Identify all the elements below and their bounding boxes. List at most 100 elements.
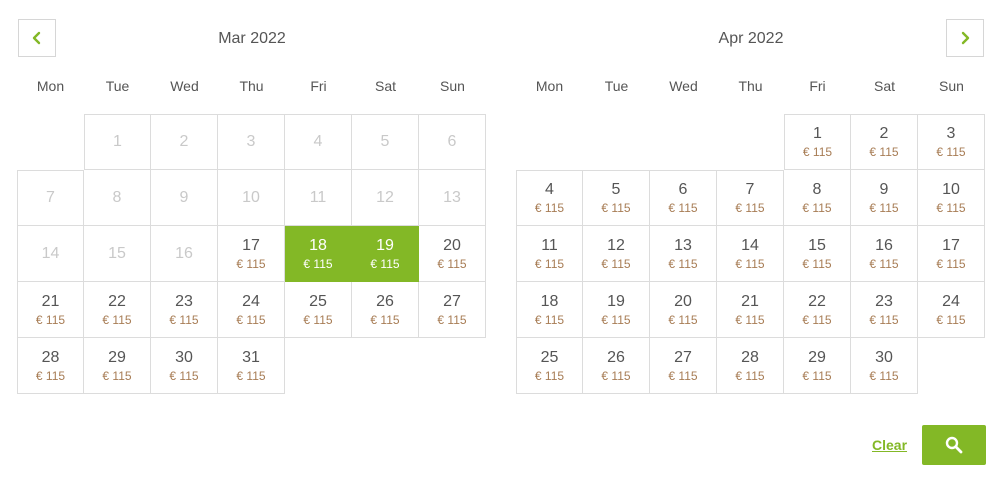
day-number: 8	[112, 188, 122, 206]
weekday-label: Wed	[170, 78, 199, 94]
day-cell[interactable]: 15 € 115	[784, 226, 851, 282]
day-number: 17	[242, 236, 260, 254]
day-cell[interactable]: 26 € 115	[352, 282, 419, 338]
day-cell[interactable]: 21 € 115	[717, 282, 784, 338]
search-icon	[945, 436, 963, 454]
day-cell[interactable]: 24 € 115	[918, 282, 985, 338]
day-price: € 115	[869, 312, 899, 327]
weekday-label: Fri	[809, 78, 826, 94]
day-cell[interactable]: 21 € 115	[17, 282, 84, 338]
day-cell[interactable]: 5 € 115	[583, 170, 650, 226]
day-cell[interactable]: 17 € 115	[918, 226, 985, 282]
day-price: € 115	[869, 145, 899, 159]
day-price: € 115	[370, 312, 400, 327]
day-price: € 115	[936, 312, 966, 327]
day-number: 19	[607, 292, 625, 310]
day-number: 29	[808, 348, 826, 366]
day-cell: 3	[218, 114, 285, 170]
day-cell: 1	[84, 114, 151, 170]
day-cell[interactable]: 18 € 115	[285, 226, 352, 282]
day-cell[interactable]: 19 € 115	[352, 226, 419, 282]
search-button[interactable]	[922, 425, 986, 465]
day-cell[interactable]: 26 € 115	[583, 338, 650, 394]
weekday-label: Tue	[604, 78, 629, 94]
day-cell[interactable]: 27 € 115	[650, 338, 717, 394]
day-cell[interactable]: 8 € 115	[784, 170, 851, 226]
day-price: € 115	[802, 256, 832, 271]
day-price: € 115	[601, 256, 631, 271]
day-number: 1	[813, 125, 822, 142]
empty-cell	[650, 114, 717, 170]
day-cell[interactable]: 31 € 115	[218, 338, 285, 394]
day-cell[interactable]: 29 € 115	[84, 338, 151, 394]
day-number: 3	[246, 133, 256, 150]
day-cell[interactable]: 19 € 115	[583, 282, 650, 338]
month-title: Mar 2022	[218, 30, 286, 47]
day-price: € 115	[735, 256, 765, 271]
day-price: € 115	[869, 256, 899, 271]
day-number: 30	[175, 348, 193, 366]
day-cell[interactable]: 22 € 115	[84, 282, 151, 338]
empty-cell	[583, 114, 650, 170]
day-cell[interactable]: 30 € 115	[851, 338, 918, 394]
day-cell[interactable]: 25 € 115	[285, 282, 352, 338]
clear-button[interactable]: Clear	[872, 437, 907, 453]
day-number: 20	[443, 236, 461, 254]
day-number: 7	[46, 189, 55, 206]
day-number: 9	[879, 180, 889, 198]
day-number: 22	[808, 292, 826, 310]
day-cell[interactable]: 28 € 115	[17, 338, 84, 394]
day-cell[interactable]: 24 € 115	[218, 282, 285, 338]
empty-cell	[17, 114, 84, 170]
day-cell[interactable]: 20 € 115	[419, 226, 486, 282]
day-cell[interactable]: 18 € 115	[516, 282, 583, 338]
day-number: 7	[745, 181, 755, 198]
day-price: € 115	[102, 368, 132, 383]
day-number: 14	[741, 236, 759, 254]
day-price: € 115	[303, 312, 333, 327]
day-cell[interactable]: 7 € 115	[717, 170, 784, 226]
day-cell[interactable]: 28 € 115	[717, 338, 784, 394]
day-price: € 115	[668, 201, 698, 215]
day-cell[interactable]: 14 € 115	[717, 226, 784, 282]
day-cell[interactable]: 23 € 115	[851, 282, 918, 338]
day-cell: 12	[352, 170, 419, 226]
day-number: 12	[607, 236, 625, 254]
day-cell[interactable]: 3 € 115	[918, 114, 985, 170]
day-price: € 115	[370, 256, 400, 271]
day-number: 22	[108, 292, 126, 310]
day-cell[interactable]: 30 € 115	[151, 338, 218, 394]
day-number: 26	[376, 292, 394, 310]
day-cell[interactable]: 27 € 115	[419, 282, 486, 338]
day-cell[interactable]: 23 € 115	[151, 282, 218, 338]
day-price: € 115	[534, 312, 565, 327]
day-cell[interactable]: 6 € 115	[650, 170, 717, 226]
day-cell[interactable]: 1 € 115	[784, 114, 851, 170]
day-cell[interactable]: 10 € 115	[918, 170, 985, 226]
day-cell[interactable]: 16 € 115	[851, 226, 918, 282]
weekday-label: Sat	[873, 78, 895, 94]
day-price: € 115	[601, 368, 631, 383]
day-cell: 9	[151, 170, 218, 226]
day-grid: 1 2 3 4 5 6 7 8 9 10 11 12 13 14 15 16 17 € 115 18 € 115 19 €…	[17, 114, 486, 394]
day-cell[interactable]: 13 € 115	[650, 226, 717, 282]
day-price: € 115	[668, 312, 698, 327]
day-cell[interactable]: 25 € 115	[516, 338, 583, 394]
day-number: 28	[41, 348, 60, 366]
day-cell[interactable]: 2 € 115	[851, 114, 918, 170]
weekday-label: Thu	[738, 78, 763, 94]
day-cell[interactable]: 20 € 115	[650, 282, 717, 338]
day-number: 21	[741, 292, 759, 310]
day-price: € 115	[534, 256, 565, 271]
day-cell[interactable]: 4 € 115	[516, 170, 583, 226]
day-cell[interactable]: 12 € 115	[583, 226, 650, 282]
day-cell[interactable]: 22 € 115	[784, 282, 851, 338]
day-cell[interactable]: 17 € 115	[218, 226, 285, 282]
day-number: 6	[447, 133, 457, 150]
weekday-label: Sat	[374, 78, 396, 94]
day-cell[interactable]: 9 € 115	[851, 170, 918, 226]
day-number: 2	[179, 133, 189, 150]
day-number: 11	[309, 188, 327, 206]
day-cell[interactable]: 11 € 115	[516, 226, 583, 282]
day-cell[interactable]: 29 € 115	[784, 338, 851, 394]
